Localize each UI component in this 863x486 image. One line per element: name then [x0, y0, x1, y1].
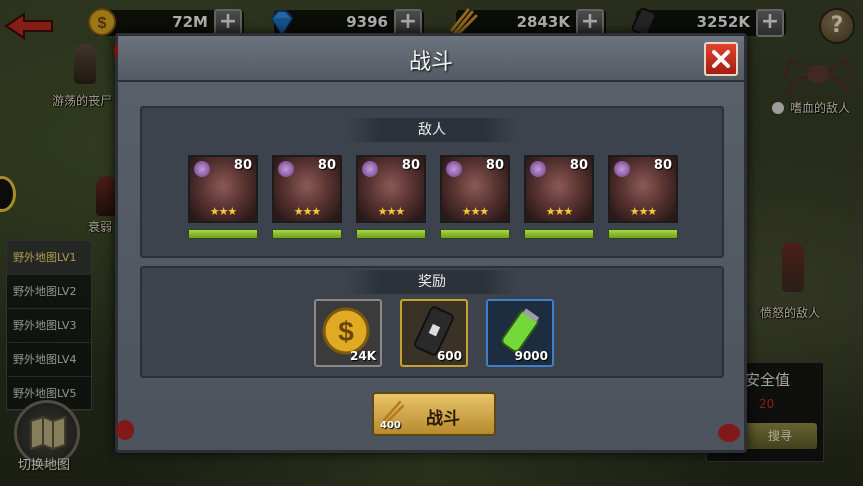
reward-amount: 600: [436, 349, 462, 363]
enemy-stars: ★★★: [461, 205, 490, 218]
fight-cost: 400: [380, 420, 401, 431]
enemy-stars: ★★★: [545, 205, 574, 218]
enemy-card[interactable]: 80 ★★★: [440, 155, 510, 243]
enemy-stars: ★★★: [209, 205, 238, 218]
enemy-hp-bar: [524, 229, 594, 239]
enemy-card[interactable]: 80 ★★★: [356, 155, 426, 243]
enemy-portrait: 80 ★★★: [608, 155, 678, 223]
enemy-level: 80: [401, 158, 420, 173]
enemy-card[interactable]: 80 ★★★: [524, 155, 594, 243]
fight-button[interactable]: 400 战斗: [372, 392, 496, 436]
enemy-hp-bar: [608, 229, 678, 239]
enemies-title: 敌人: [347, 118, 517, 142]
reward-energy[interactable]: 9000: [486, 299, 554, 367]
skull-badge-icon: [614, 161, 630, 177]
enemy-portrait: 80 ★★★: [524, 155, 594, 223]
enemy-stars: ★★★: [377, 205, 406, 218]
enemy-portrait: 80 ★★★: [440, 155, 510, 223]
blood-splatter: [116, 420, 134, 440]
enemy-stars: ★★★: [293, 205, 322, 218]
skull-badge-icon: [278, 161, 294, 177]
enemy-card[interactable]: 80 ★★★: [188, 155, 258, 243]
enemy-portrait: 80 ★★★: [356, 155, 426, 223]
enemy-hp-bar: [188, 229, 258, 239]
dialog-title: 战斗: [408, 50, 453, 75]
reward-gold[interactable]: $ 24K: [314, 299, 382, 367]
reward-amount: 24K: [350, 349, 376, 363]
fight-label: 战斗: [426, 409, 460, 429]
enemy-stars: ★★★: [629, 205, 658, 218]
enemy-level: 80: [485, 158, 504, 173]
skull-badge-icon: [194, 161, 210, 177]
enemy-level: 80: [233, 158, 252, 173]
svg-text:$: $: [338, 316, 354, 347]
enemy-hp-bar: [356, 229, 426, 239]
blood-splatter: [718, 424, 740, 442]
enemy-card[interactable]: 80 ★★★: [608, 155, 678, 243]
enemy-level: 80: [317, 158, 336, 173]
enemy-level: 80: [569, 158, 588, 173]
reward-oil[interactable]: 600: [400, 299, 468, 367]
skull-badge-icon: [362, 161, 378, 177]
skull-badge-icon: [530, 161, 546, 177]
enemy-card[interactable]: 80 ★★★: [272, 155, 342, 243]
enemy-hp-bar: [272, 229, 342, 239]
enemy-portrait: 80 ★★★: [188, 155, 258, 223]
enemy-level: 80: [653, 158, 672, 173]
dialog-header: 战斗: [118, 36, 744, 82]
enemy-hp-bar: [440, 229, 510, 239]
enemy-portrait: 80 ★★★: [272, 155, 342, 223]
close-icon: [712, 50, 730, 68]
battle-dialog: 战斗 敌人 80 ★★★ 80 ★★★ 80 ★★★ 80 ★★★ 80 ★★★…: [114, 33, 747, 453]
close-button[interactable]: [704, 42, 738, 76]
skull-badge-icon: [446, 161, 462, 177]
reward-amount: 9000: [514, 349, 548, 363]
rewards-title: 奖励: [347, 270, 517, 294]
